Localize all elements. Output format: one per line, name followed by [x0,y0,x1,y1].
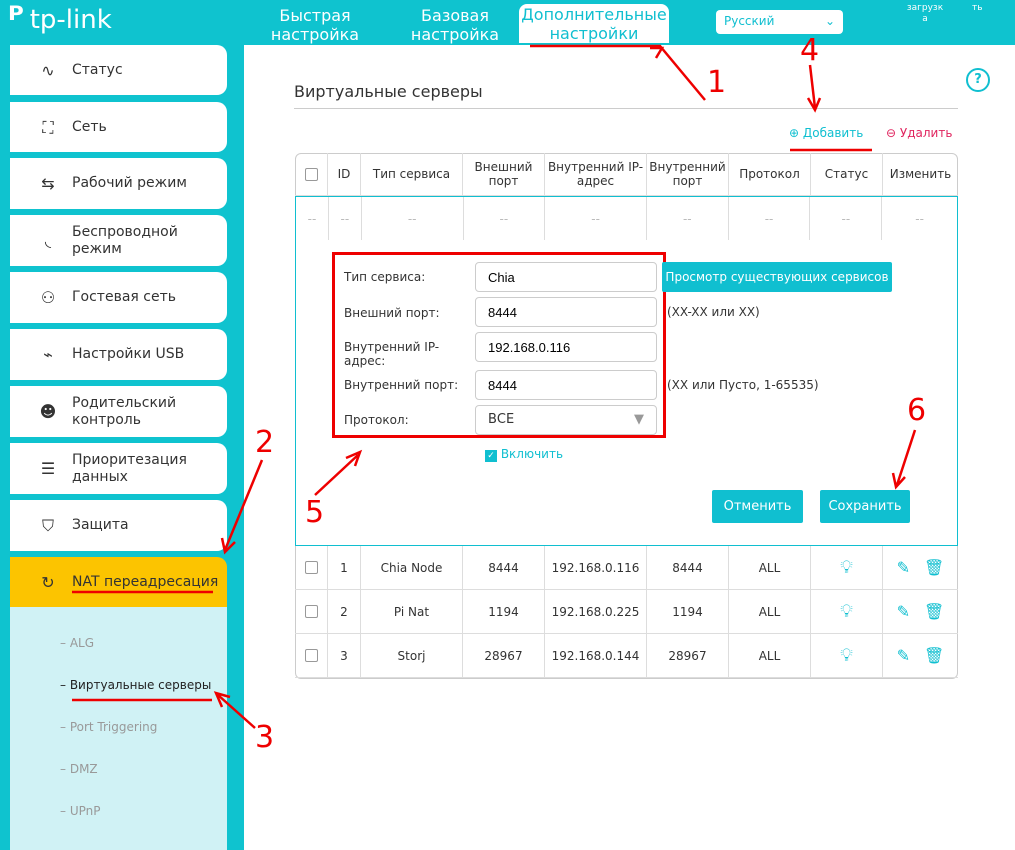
annotation-4: 4 [800,33,820,68]
annotation-6: 6 [907,393,927,428]
annotation-5: 5 [305,495,325,530]
annotation-2: 2 [255,425,275,460]
annotation-1: 1 [707,65,727,100]
annotation-arrows [72,44,917,729]
annotation-3: 3 [255,720,275,755]
